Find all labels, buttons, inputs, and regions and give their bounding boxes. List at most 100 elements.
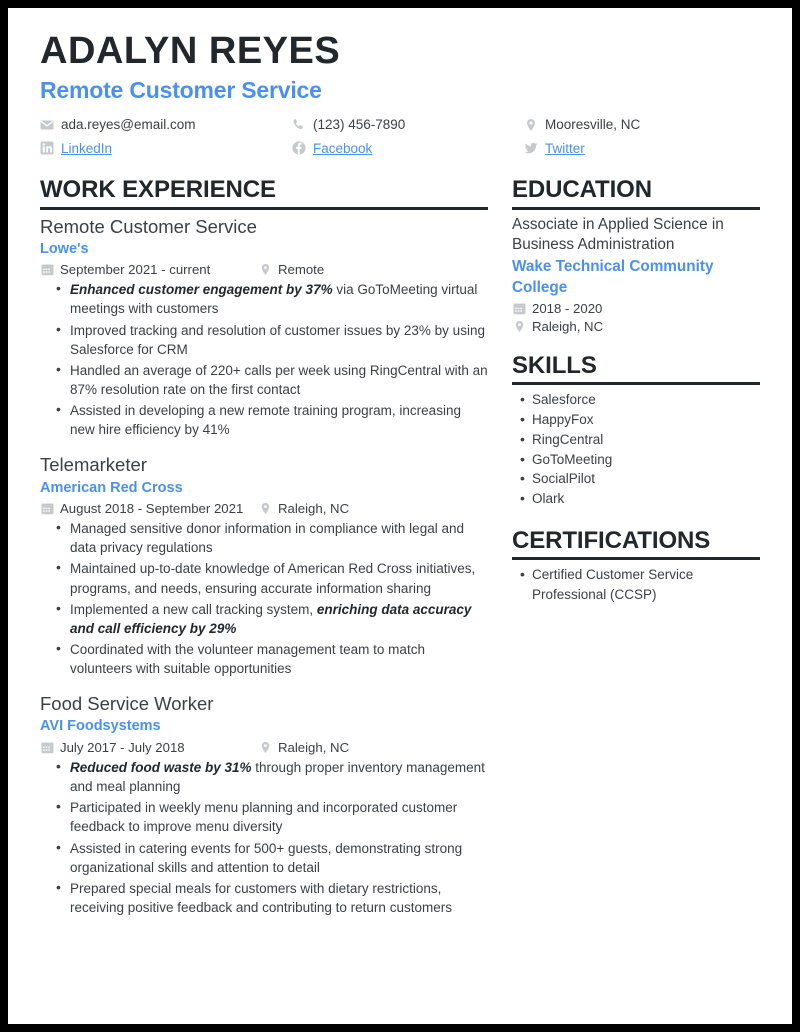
work-entry-location-wrap: Remote	[258, 262, 324, 277]
skill-item: Olark	[520, 488, 760, 509]
contact-facebook[interactable]: Facebook	[292, 140, 524, 158]
bullet-highlight: Reduced food waste by 31%	[70, 759, 252, 775]
resume-body: WORK EXPERIENCE Remote Customer Service …	[8, 176, 792, 919]
work-entry-organization: American Red Cross	[40, 479, 183, 496]
contact-facebook-link[interactable]: Facebook	[313, 140, 372, 158]
calendar-icon	[512, 302, 526, 316]
work-entry-meta: September 2021 - current Remote	[40, 262, 488, 277]
education-dates: 2018 - 2020	[532, 301, 603, 316]
location-pin-icon	[524, 118, 538, 132]
facebook-icon	[292, 141, 306, 156]
work-entry: Food Service Worker AVI Foodsystems July…	[40, 692, 488, 917]
bullet-highlight: Enhanced customer engagement by 37%	[70, 282, 333, 298]
work-entry-dates-wrap: August 2018 - September 2021	[40, 501, 258, 516]
contact-linkedin[interactable]: LinkedIn	[40, 140, 292, 158]
contact-twitter[interactable]: Twitter	[524, 140, 760, 158]
work-entry-location-wrap: Raleigh, NC	[258, 501, 349, 516]
skill-item: HappyFox	[520, 409, 760, 430]
work-entry-meta: July 2017 - July 2018 Raleigh, NC	[40, 740, 488, 755]
section-divider	[512, 206, 760, 210]
work-entry-dates-wrap: September 2021 - current	[40, 262, 258, 277]
work-entry-location-wrap: Raleigh, NC	[258, 740, 349, 755]
skill-item: GoToMeeting	[520, 449, 760, 470]
bullet-text: Coordinated with the volunteer managemen…	[70, 642, 425, 677]
candidate-job-title: Remote Customer Service	[40, 76, 322, 103]
work-entry-organization: AVI Foodsystems	[40, 718, 161, 735]
skill-item: SocialPilot	[520, 468, 760, 489]
bullet-text: Implemented a new call tracking system,	[70, 601, 317, 617]
section-education: EDUCATION Associate in Applied Science i…	[512, 176, 760, 334]
contact-location-label: Mooresville, NC	[545, 117, 641, 133]
bullet-text: Participated in weekly menu planning and…	[70, 800, 458, 835]
skill-item: RingCentral	[520, 429, 760, 450]
work-entry-dates: September 2021 - current	[60, 262, 211, 278]
calendar-icon	[40, 502, 54, 516]
work-entry-dates: August 2018 - September 2021	[60, 501, 244, 517]
work-entry-dates-wrap: July 2017 - July 2018	[40, 740, 258, 755]
envelope-icon	[40, 118, 54, 132]
education-degree: Associate in Applied Science in Business…	[512, 215, 724, 253]
contact-location: Mooresville, NC	[524, 116, 760, 134]
work-entry-title: Remote Customer Service	[40, 215, 257, 237]
section-certifications: CERTIFICATIONS Certified Customer Servic…	[512, 526, 760, 605]
bullet-text: Prepared special meals for customers wit…	[70, 880, 452, 916]
work-entry-bullets: Reduced food waste by 31% through proper…	[40, 757, 488, 917]
work-entry-location: Remote	[278, 262, 325, 278]
work-entry-bullets: Enhanced customer engagement by 37% via …	[40, 279, 488, 439]
bullet-item: Coordinated with the volunteer managemen…	[56, 639, 488, 678]
bullet-item: Maintained up-to-date knowledge of Ameri…	[56, 558, 488, 597]
bullet-item: Participated in weekly menu planning and…	[56, 797, 488, 836]
twitter-icon	[524, 141, 538, 155]
location-pin-icon	[512, 320, 526, 334]
section-work-experience: WORK EXPERIENCE Remote Customer Service …	[40, 176, 488, 917]
candidate-name: ADALYN REYES	[40, 30, 341, 72]
bullet-item: Improved tracking and resolution of cust…	[56, 320, 488, 359]
education-school: Wake Technical Community College	[512, 258, 714, 296]
bullet-text: Improved tracking and resolution of cust…	[70, 322, 485, 357]
section-divider	[40, 206, 488, 210]
bullet-item: Assisted in developing a new remote trai…	[56, 400, 488, 439]
bullet-item: Implemented a new call tracking system, …	[56, 599, 488, 638]
work-entry-location: Raleigh, NC	[278, 501, 350, 517]
location-pin-icon	[258, 740, 272, 754]
bullet-item: Managed sensitive donor information in c…	[56, 518, 488, 557]
calendar-icon	[40, 740, 54, 754]
contact-linkedin-link[interactable]: LinkedIn	[61, 140, 112, 158]
work-entry-organization: Lowe's	[40, 240, 89, 257]
work-entry: Telemarketer American Red Cross August 2…	[40, 453, 488, 678]
work-entry-title: Telemarketer	[40, 454, 147, 476]
bullet-text: Assisted in catering events for 500+ gue…	[70, 840, 463, 875]
work-entry-title: Food Service Worker	[40, 693, 214, 715]
work-entry: Remote Customer Service Lowe's September…	[40, 215, 488, 440]
certification-item: Certified Customer Service Professional …	[520, 564, 760, 604]
bullet-item: Prepared special meals for customers wit…	[56, 878, 488, 917]
skills-heading: SKILLS	[512, 352, 597, 379]
education-heading: EDUCATION	[512, 176, 652, 204]
contact-twitter-link[interactable]: Twitter	[545, 140, 585, 158]
phone-icon	[292, 118, 306, 132]
section-divider	[512, 557, 760, 560]
bullet-text: Maintained up-to-date knowledge of Ameri…	[70, 561, 476, 596]
education-location-wrap: Raleigh, NC	[512, 319, 760, 334]
certifications-heading: CERTIFICATIONS	[512, 526, 711, 554]
right-column: EDUCATION Associate in Applied Science i…	[512, 176, 760, 605]
work-experience-heading: WORK EXPERIENCE	[40, 176, 276, 204]
contact-info-grid: ada.reyes@email.com (123) 456-7890 Moore…	[40, 116, 760, 157]
work-entry-dates: July 2017 - July 2018	[60, 739, 185, 755]
skills-list: Salesforce HappyFox RingCentral GoToMeet…	[512, 389, 760, 509]
contact-phone: (123) 456-7890	[292, 116, 524, 134]
work-entry-location: Raleigh, NC	[278, 739, 350, 755]
bullet-item: Enhanced customer engagement by 37% via …	[56, 279, 488, 318]
left-column: WORK EXPERIENCE Remote Customer Service …	[40, 176, 488, 919]
education-dates-wrap: 2018 - 2020	[512, 301, 760, 316]
resume-page: ADALYN REYES Remote Customer Service ada…	[8, 8, 792, 1024]
bullet-item: Reduced food waste by 31% through proper…	[56, 757, 488, 796]
contact-email: ada.reyes@email.com	[40, 116, 292, 134]
bullet-item: Assisted in catering events for 500+ gue…	[56, 838, 488, 877]
certifications-list: Certified Customer Service Professional …	[512, 564, 760, 604]
bullet-text: Handled an average of 220+ calls per wee…	[70, 362, 488, 398]
location-pin-icon	[258, 263, 272, 277]
calendar-icon	[40, 263, 54, 277]
contact-email-label: ada.reyes@email.com	[61, 117, 196, 133]
linkedin-icon	[40, 141, 54, 155]
